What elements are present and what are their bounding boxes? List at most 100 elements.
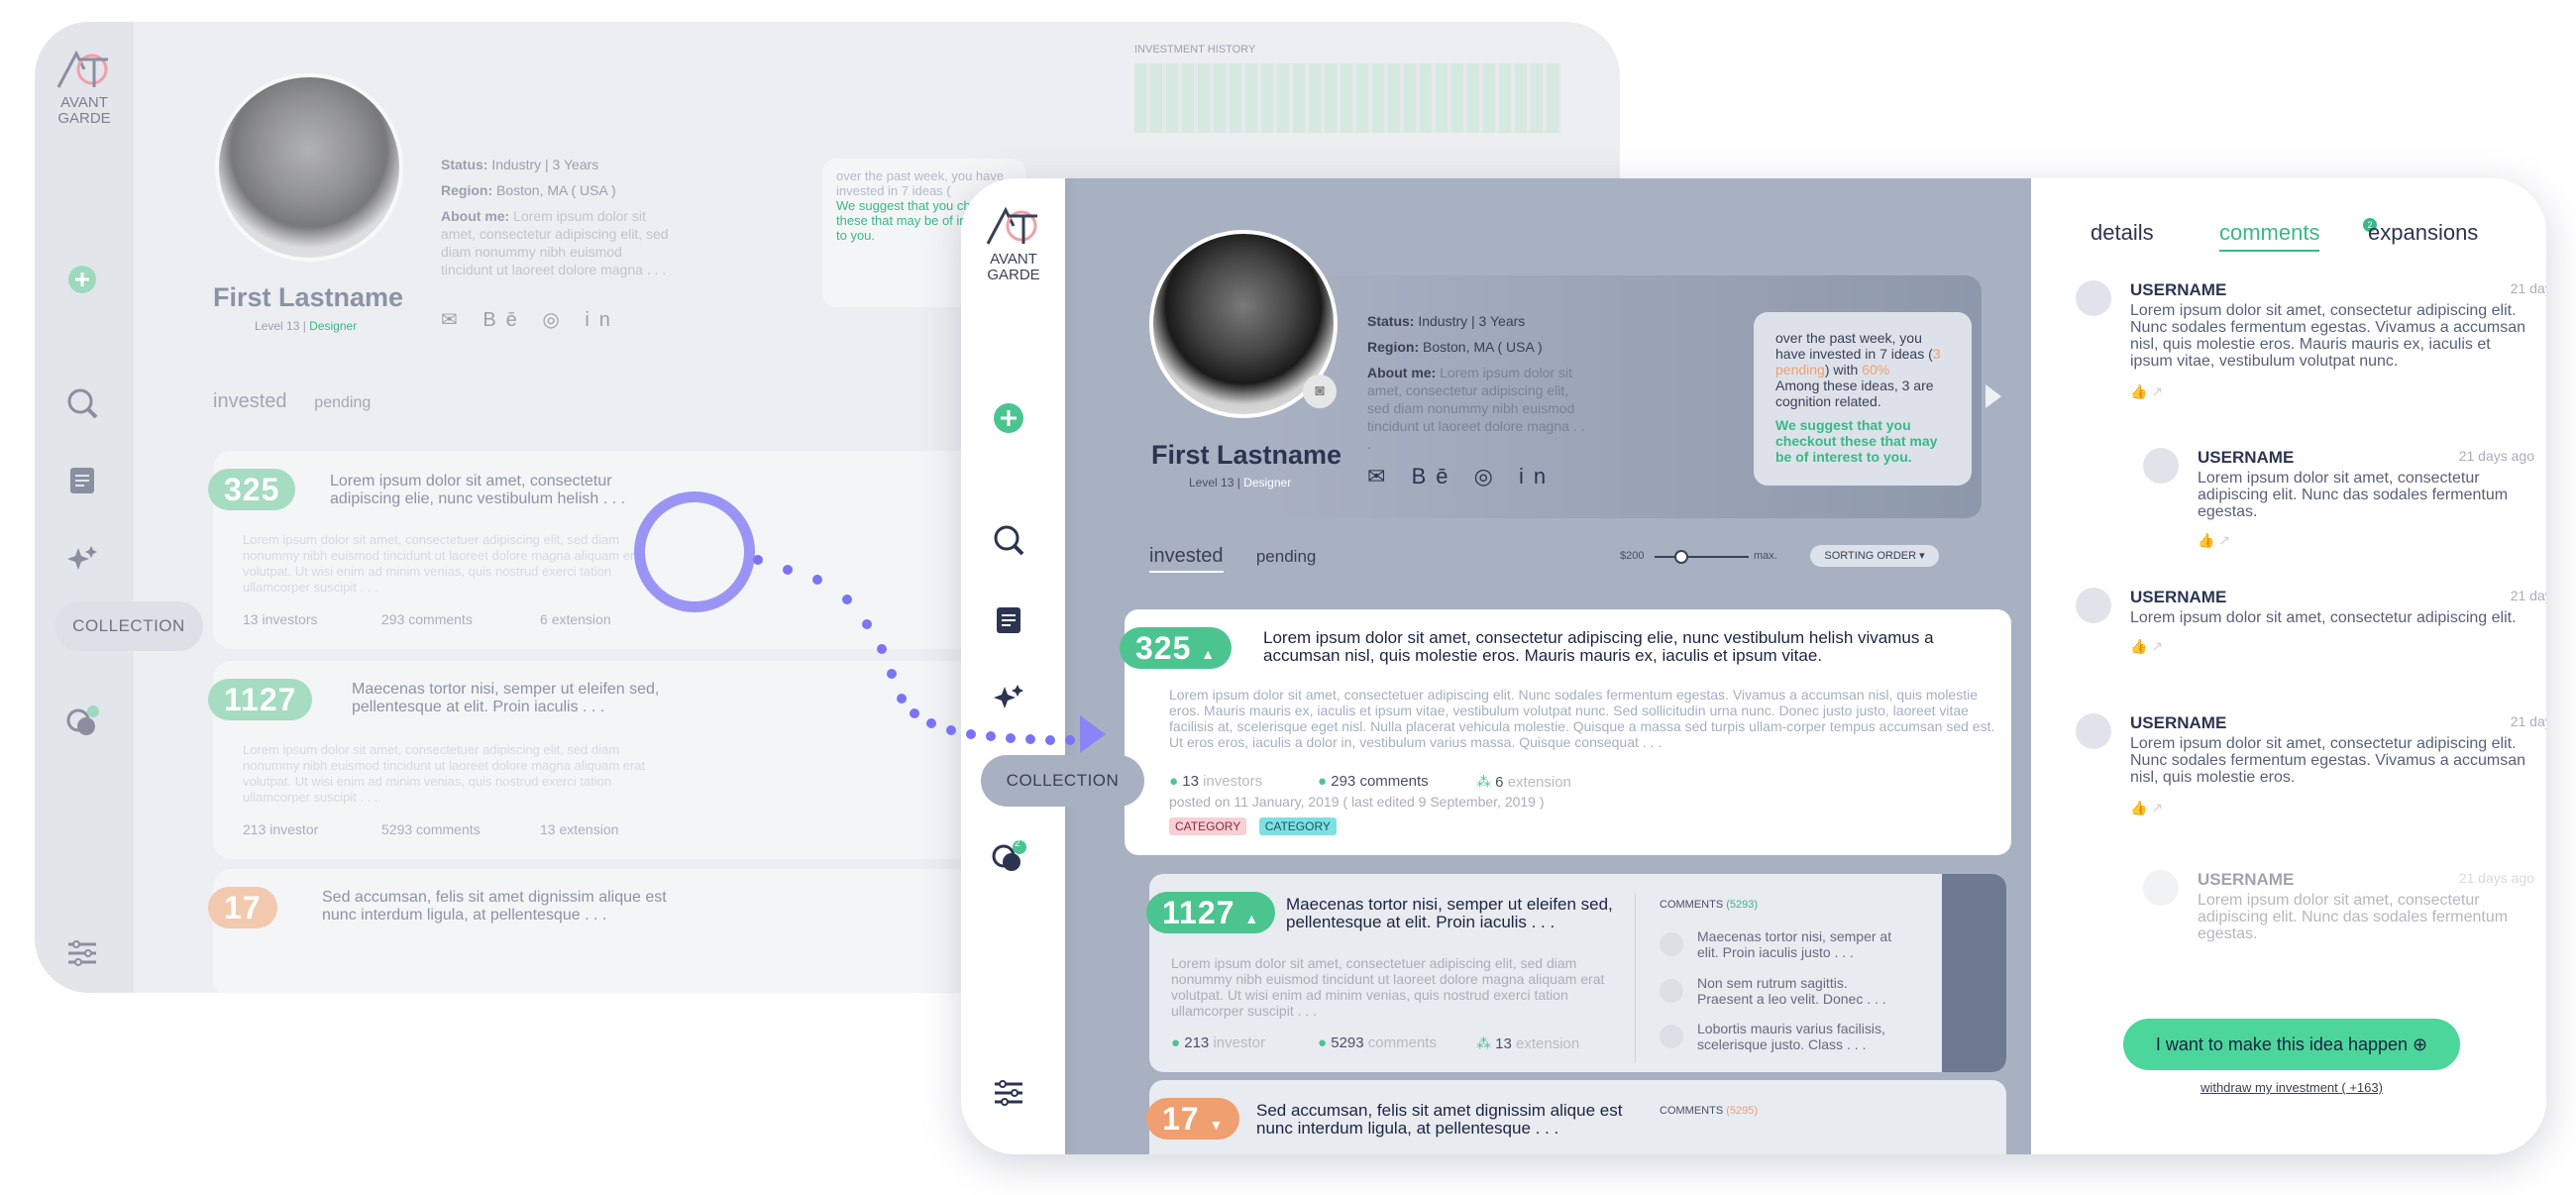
- comment-item: USERNAME21 days ago Lorem ipsum dolor si…: [2076, 713, 2546, 816]
- connector-dot: [1065, 735, 1075, 745]
- region-row: Region: Boston, MA ( USA ): [1367, 339, 1543, 355]
- posted-date: posted on 11 January, 2019 ( last edited…: [1169, 794, 1545, 810]
- social-links-back: ✉ Bē ◎ in: [441, 309, 620, 331]
- tab-pending[interactable]: pending: [1256, 547, 1317, 566]
- price-slider[interactable]: [1655, 550, 1749, 564]
- main-window: AVANT GARDE 2 COLLECTION ◙ First Lastnam…: [961, 178, 2546, 1154]
- idea-card-back-1: 325 Lorem ipsum dolor sit amet, consecte…: [208, 451, 1045, 649]
- comment-reply: USERNAME 21 days ago Lorem ipsum dolor si…: [2143, 870, 2534, 942]
- status-row: Status: Industry | 3 Years: [1367, 313, 1526, 329]
- profile-level-back: Level 13 | Designer: [255, 319, 358, 333]
- mail-icon[interactable]: ✉: [1367, 464, 1395, 489]
- settings-sliders-icon[interactable]: [989, 1073, 1028, 1113]
- document-icon[interactable]: [989, 600, 1028, 640]
- comment-item: USERNAME21 days ago Lorem ipsum dolor si…: [2076, 588, 2546, 655]
- score-badge: 17 ▼: [1146, 1098, 1240, 1140]
- extension-stat: ⁂ 6 extension: [1476, 774, 1571, 791]
- chat-icon[interactable]: 2: [989, 837, 1028, 877]
- tabs-back: invested pending: [213, 390, 372, 412]
- logo-mark-icon: [56, 50, 108, 88]
- idea-card-back-2: 1127 Maecenas tortor nisi, semper ut ele…: [208, 661, 1045, 859]
- sparkle-icon[interactable]: [62, 540, 102, 580]
- tab-details[interactable]: details: [2091, 220, 2154, 246]
- connector-dot: [926, 718, 936, 728]
- tab-comments[interactable]: comments: [2219, 220, 2320, 252]
- max-label: max.: [1754, 550, 1777, 562]
- sorting-order-dropdown[interactable]: SORTING ORDER ▾: [1810, 545, 1939, 567]
- connector-arrowhead: [1080, 715, 1106, 753]
- withdraw-link[interactable]: withdraw my investment ( +163): [2148, 1080, 2435, 1095]
- document-icon[interactable]: [62, 461, 102, 500]
- profile-info-back: Status: Industry | 3 Years Region: Bosto…: [441, 157, 669, 277]
- logo-mark-icon: [986, 206, 1037, 245]
- connector-dot: [783, 565, 793, 575]
- category-tag[interactable]: CATEGORY: [1169, 817, 1247, 835]
- instagram-icon[interactable]: ◎: [1474, 464, 1503, 489]
- category-tag[interactable]: CATEGORY: [1258, 817, 1337, 835]
- tag-list: CATEGORY CATEGORY: [1169, 817, 1344, 835]
- comment-preview: Maecenas tortor nisi, semper at elit. Pr…: [1660, 928, 1937, 960]
- social-links: ✉ Bē ◎ in: [1367, 464, 1556, 489]
- collection-tab[interactable]: COLLECTION: [981, 755, 1144, 807]
- invest-cta-button[interactable]: I want to make this idea happen ⊕: [2123, 1019, 2460, 1070]
- sidebar: AVANT GARDE 2: [961, 178, 1065, 1154]
- investors-stat: ● 13 investors: [1169, 773, 1263, 790]
- behance-icon[interactable]: Bē: [1412, 464, 1458, 489]
- connector-dot: [1025, 734, 1035, 744]
- profile-level: Level 13 | Designer: [1189, 476, 1292, 489]
- avatar-back: [215, 73, 403, 262]
- settings-sliders-icon[interactable]: [62, 933, 102, 973]
- connector-dot: [897, 694, 907, 704]
- score-badge: 325 ▲: [1120, 627, 1233, 669]
- search-icon[interactable]: [989, 520, 1028, 560]
- connector-dot: [842, 595, 852, 604]
- comment-preview: Non sem rutrum sagittis. Praesent a leo …: [1660, 975, 1937, 1007]
- chat-icon[interactable]: [62, 702, 102, 741]
- highlight-ring: [634, 491, 755, 612]
- min-label: $200: [1620, 550, 1645, 562]
- idea-card[interactable]: 1127 ▲ Maecenas tortor nisi, semper ut e…: [1146, 874, 2006, 1072]
- search-icon[interactable]: [62, 383, 102, 423]
- add-icon[interactable]: [989, 398, 1028, 438]
- tabs: invested pending: [1149, 545, 1317, 573]
- next-arrow-icon[interactable]: [1986, 384, 2001, 408]
- connector-dot: [1006, 733, 1016, 743]
- camera-icon[interactable]: ◙: [1303, 375, 1337, 408]
- connector-dot: [1045, 735, 1055, 745]
- add-icon[interactable]: [62, 260, 102, 299]
- connector-dot: [966, 729, 976, 739]
- score-badge: 325: [208, 469, 296, 510]
- linkedin-icon[interactable]: in: [1519, 464, 1556, 489]
- tab-invested[interactable]: invested: [1149, 545, 1224, 573]
- avatar: [2076, 280, 2111, 316]
- comment-actions[interactable]: 👍 ↗: [2130, 383, 2526, 400]
- notification-count: 2: [1015, 838, 1020, 849]
- profile-name-back: First Lastname: [213, 282, 404, 312]
- idea-card[interactable]: 17 ▼ Sed accumsan, felis sit amet dignis…: [1146, 1080, 2006, 1154]
- idea-detail-panel: details comments 2 expansions USERNAME 21…: [2031, 178, 2546, 1154]
- comments-stat: ● 293 comments: [1318, 773, 1429, 790]
- connector-dot: [986, 731, 996, 741]
- comment-preview: Lobortis mauris varius facilisis, sceler…: [1660, 1021, 1937, 1052]
- idea-card-expanded[interactable]: 325 ▲ Lorem ipsum dolor sit amet, consec…: [1120, 609, 2011, 855]
- comment-item: USERNAME21 days ago Lorem ipsum dolor si…: [2076, 280, 2546, 400]
- logo-back: AVANT GARDE: [53, 50, 116, 127]
- insight-bubble: over the past week, you have invested in…: [1754, 312, 1972, 486]
- collection-tab-back[interactable]: COLLECTION: [54, 601, 203, 651]
- connector-dot: [887, 669, 897, 679]
- connector-dot: [753, 555, 763, 565]
- connector-dot: [910, 708, 919, 718]
- comments-header: COMMENTS (5293): [1660, 899, 1759, 911]
- comment-reply: USERNAME 21 days ago Lorem ipsum dolor si…: [2143, 448, 2534, 549]
- slider-handle[interactable]: [1674, 550, 1688, 564]
- score-badge: 1127 ▲: [1146, 892, 1276, 933]
- profile-name: First Lastname: [1151, 440, 1342, 470]
- investment-history-heatmap: [1134, 63, 1560, 133]
- connector-dot: [877, 644, 887, 654]
- investment-history-label: INVESTMENT HISTORY: [1134, 44, 1256, 55]
- connector-dot: [812, 575, 822, 585]
- comments-header: COMMENTS (5295): [1660, 1105, 1759, 1117]
- logo: AVANT GARDE: [979, 206, 1048, 283]
- tab-expansions[interactable]: expansions: [2368, 220, 2478, 246]
- sparkle-icon[interactable]: [989, 679, 1028, 718]
